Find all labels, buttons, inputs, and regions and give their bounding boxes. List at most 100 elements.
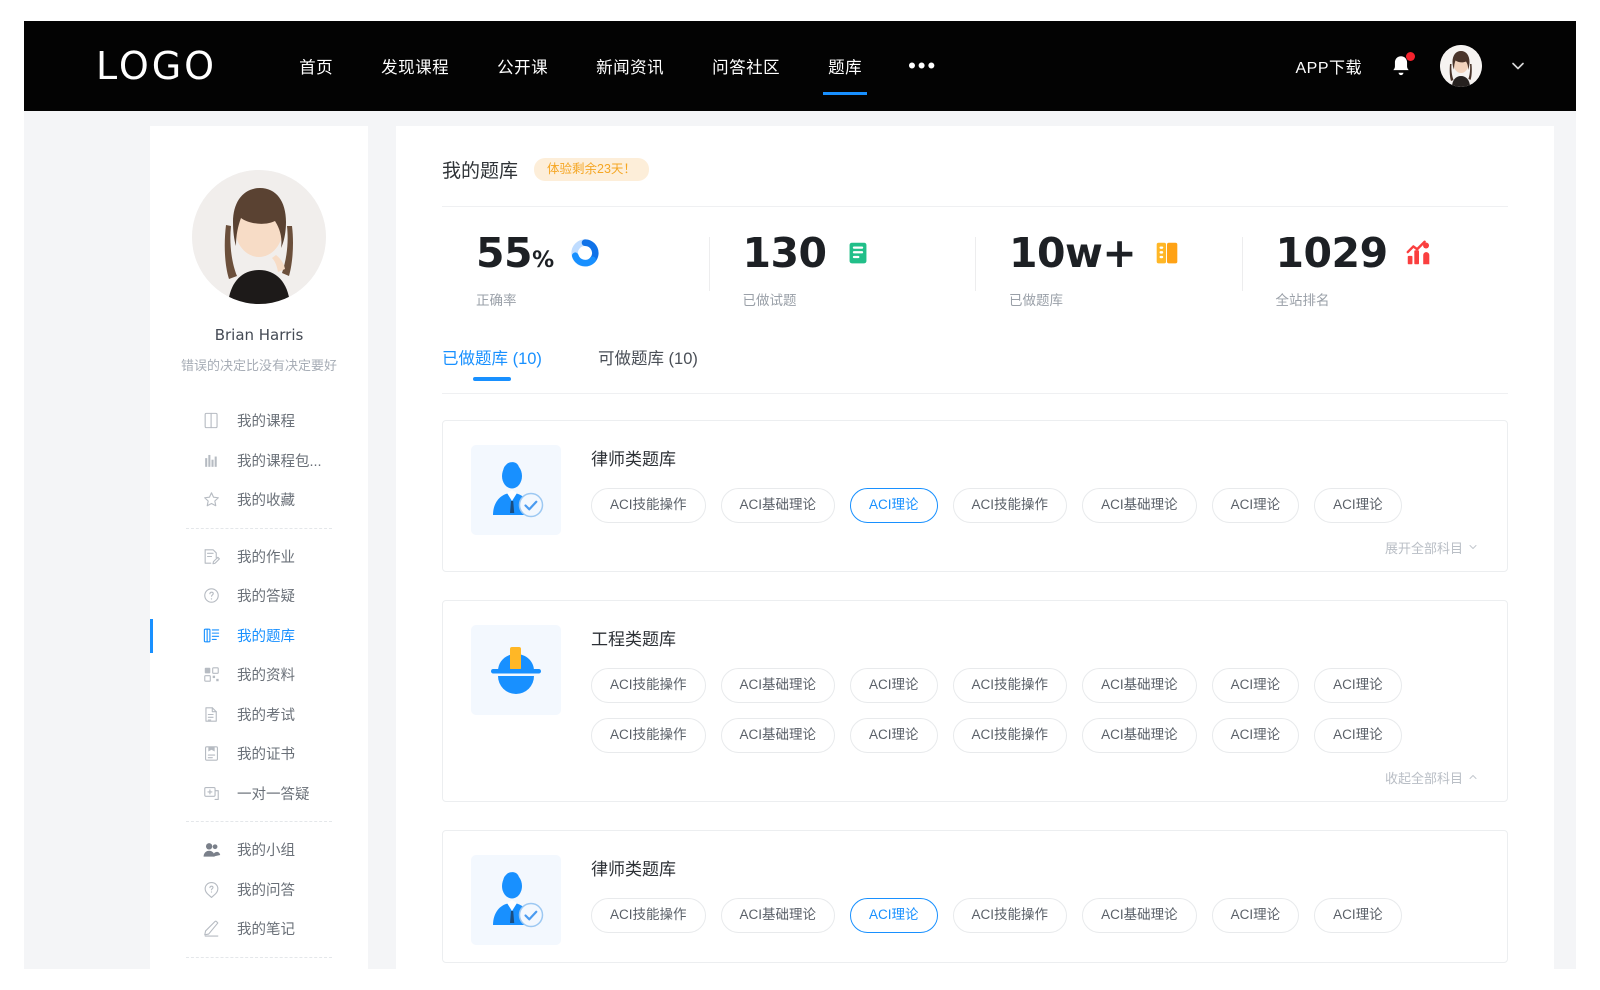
sidebar-item-10[interactable]: 一对一答疑 <box>150 774 368 814</box>
trial-badge: 体验剩余23天！ <box>534 158 649 181</box>
stat-value-row: 10w+ <box>1009 229 1242 277</box>
subject-chip[interactable]: ACI技能操作 <box>953 898 1068 933</box>
subject-chip[interactable]: ACI基础理论 <box>1082 488 1197 523</box>
subject-chip[interactable]: ACI技能操作 <box>953 668 1068 703</box>
group-icon <box>202 840 221 859</box>
subject-chip[interactable]: ACI理论 <box>1212 668 1300 703</box>
subject-chip[interactable]: ACI基础理论 <box>1082 668 1197 703</box>
expand-collapse-label: 收起全部科目 <box>1385 768 1463 787</box>
question-bank-list: 律师类题库ACI技能操作ACI基础理论ACI理论ACI技能操作ACI基础理论AC… <box>442 420 1508 963</box>
note-icon <box>202 919 221 938</box>
stat-value: 1029 <box>1276 233 1388 274</box>
nav-item-4[interactable]: 问答社区 <box>688 21 804 111</box>
sidebar-item-label: 我的考试 <box>237 704 295 725</box>
bars-icon <box>202 451 221 470</box>
red-rank-icon <box>1404 238 1434 268</box>
certificate-icon <box>202 744 221 763</box>
notification-bell-button[interactable] <box>1388 52 1414 80</box>
chat-icon <box>202 784 221 803</box>
subject-chip[interactable]: ACI技能操作 <box>953 718 1068 753</box>
bars-icon <box>202 451 221 470</box>
nav-item-1[interactable]: 发现课程 <box>357 21 473 111</box>
tab-1[interactable]: 可做题库 (10) <box>598 345 698 377</box>
subject-chip[interactable]: ACI技能操作 <box>591 898 706 933</box>
sidebar-item-8[interactable]: 我的考试 <box>150 695 368 735</box>
nav-item-0[interactable]: 首页 <box>275 21 357 111</box>
sidebar-item-6[interactable]: 我的题库 <box>150 616 368 656</box>
sidebar-user-name: Brian Harris <box>150 326 368 344</box>
subject-chip[interactable]: ACI基础理论 <box>1082 898 1197 933</box>
qrcode-icon <box>202 665 221 684</box>
homework-icon <box>202 547 221 566</box>
subject-chip[interactable]: ACI技能操作 <box>591 668 706 703</box>
card-body: 工程类题库ACI技能操作ACI基础理论ACI理论ACI技能操作ACI基础理论AC… <box>591 625 1479 787</box>
subject-chip[interactable]: ACI理论 <box>1212 718 1300 753</box>
top-header: LOGO 首页发现课程公开课新闻资讯问答社区题库 ••• APP下载 <box>24 21 1576 111</box>
sidebar-item-16[interactable]: 我的积分 <box>150 966 368 970</box>
stat-card-2: 10w+已做题库 <box>975 229 1242 309</box>
subject-chip[interactable]: ACI基础理论 <box>721 668 836 703</box>
sidebar-user-motto: 错误的决定比没有决定要好 <box>150 355 368 374</box>
sidebar-item-14[interactable]: 我的笔记 <box>150 909 368 949</box>
sidebar-item-9[interactable]: 我的证书 <box>150 734 368 774</box>
sidebar-item-13[interactable]: 我的问答 <box>150 870 368 910</box>
logo[interactable]: LOGO <box>96 44 217 88</box>
sidebar-item-2[interactable]: 我的收藏 <box>150 480 368 520</box>
nav-item-5[interactable]: 题库 <box>804 21 886 111</box>
donut-chart-icon <box>570 238 600 268</box>
stat-number: 10w+ <box>1009 229 1136 277</box>
subject-chip[interactable]: ACI理论 <box>850 898 938 933</box>
expand-collapse-label: 展开全部科目 <box>1385 538 1463 557</box>
subject-chip[interactable]: ACI基础理论 <box>721 718 836 753</box>
avatar[interactable] <box>1440 45 1482 87</box>
nav-more-button[interactable]: ••• <box>886 21 959 111</box>
subject-chip[interactable]: ACI理论 <box>1212 898 1300 933</box>
stat-value-row: 130 <box>743 229 976 277</box>
question-bank-icon <box>202 626 221 645</box>
subject-chip[interactable]: ACI基础理论 <box>1082 718 1197 753</box>
sidebar-item-12[interactable]: 我的小组 <box>150 830 368 870</box>
green-book-icon <box>843 238 873 268</box>
sidebar: Brian Harris 错误的决定比没有决定要好 我的课程我的课程包...我的… <box>150 126 368 969</box>
sidebar-item-1[interactable]: 我的课程包... <box>150 441 368 481</box>
subject-chip[interactable]: ACI理论 <box>1314 668 1402 703</box>
sidebar-divider <box>186 528 332 529</box>
subject-chip[interactable]: ACI理论 <box>850 488 938 523</box>
sidebar-item-7[interactable]: 我的资料 <box>150 655 368 695</box>
stat-label: 已做试题 <box>743 289 976 309</box>
subject-chip[interactable]: ACI技能操作 <box>591 488 706 523</box>
sidebar-item-0[interactable]: 我的课程 <box>150 401 368 441</box>
homework-icon <box>202 547 221 566</box>
group-icon <box>202 840 221 859</box>
sidebar-item-label: 我的资料 <box>237 664 295 685</box>
qrcode-icon <box>202 665 221 684</box>
subject-chip[interactable]: ACI理论 <box>1314 488 1402 523</box>
subject-chip[interactable]: ACI基础理论 <box>721 488 836 523</box>
book-icon <box>202 411 221 430</box>
sidebar-avatar-image <box>192 170 326 304</box>
subject-chip[interactable]: ACI技能操作 <box>591 718 706 753</box>
sidebar-item-4[interactable]: 我的作业 <box>150 537 368 577</box>
body-area: Brian Harris 错误的决定比没有决定要好 我的课程我的课程包...我的… <box>24 111 1576 969</box>
sidebar-item-label: 我的题库 <box>237 625 295 646</box>
sidebar-item-label: 我的作业 <box>237 546 295 567</box>
subject-chip[interactable]: ACI理论 <box>1314 898 1402 933</box>
tab-0[interactable]: 已做题库 (10) <box>442 345 542 377</box>
subject-chip[interactable]: ACI理论 <box>1314 718 1402 753</box>
subject-chip[interactable]: ACI理论 <box>850 668 938 703</box>
lawyer-icon <box>483 457 549 523</box>
subject-chip[interactable]: ACI理论 <box>1212 488 1300 523</box>
subject-chip[interactable]: ACI理论 <box>850 718 938 753</box>
chevron-down-icon[interactable] <box>1508 56 1528 76</box>
expand-collapse-button[interactable]: 收起全部科目 <box>591 768 1479 787</box>
sidebar-item-5[interactable]: 我的答疑 <box>150 576 368 616</box>
expand-collapse-button[interactable]: 展开全部科目 <box>591 538 1479 557</box>
qa-icon <box>202 880 221 899</box>
subject-chip[interactable]: ACI技能操作 <box>953 488 1068 523</box>
stat-label: 正确率 <box>476 289 709 309</box>
nav-item-2[interactable]: 公开课 <box>473 21 572 111</box>
question-bank-card: 工程类题库ACI技能操作ACI基础理论ACI理论ACI技能操作ACI基础理论AC… <box>442 600 1508 802</box>
subject-chip[interactable]: ACI基础理论 <box>721 898 836 933</box>
app-download-link[interactable]: APP下载 <box>1295 54 1362 78</box>
nav-item-3[interactable]: 新闻资讯 <box>572 21 688 111</box>
